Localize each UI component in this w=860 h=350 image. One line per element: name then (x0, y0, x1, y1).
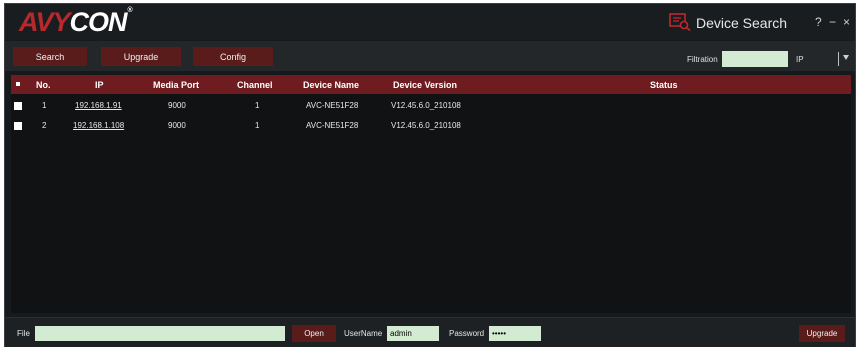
device-search-icon (669, 13, 691, 31)
row-checkbox[interactable] (14, 102, 22, 110)
cell-channel: 1 (255, 121, 260, 130)
avycon-logo: AVYCON® (19, 6, 133, 38)
cell-media-port: 9000 (168, 101, 186, 110)
header-channel: Channel (237, 80, 273, 90)
bottom-bar: File Open UserName Password Upgrade (5, 317, 855, 347)
logo-registered: ® (127, 6, 133, 14)
cell-device-version: V12.45.6.0_210108 (391, 121, 461, 130)
search-button[interactable]: Search (13, 47, 87, 66)
row-checkbox[interactable] (14, 122, 22, 130)
cell-channel: 1 (255, 101, 260, 110)
cell-media-port: 9000 (168, 121, 186, 130)
password-input[interactable] (489, 326, 541, 341)
bottom-upgrade-button[interactable]: Upgrade (799, 325, 845, 342)
filter-type-value: IP (796, 55, 804, 64)
help-icon[interactable]: ? (815, 15, 822, 29)
minimize-icon[interactable]: − (829, 15, 836, 29)
cell-no: 1 (42, 101, 47, 110)
header-no: No. (36, 80, 51, 90)
cell-device-name: AVC-NE51F28 (306, 101, 359, 110)
header-device-name: Device Name (303, 80, 360, 90)
cell-ip-link[interactable]: 192.168.1.108 (73, 121, 124, 130)
username-input[interactable] (387, 326, 439, 341)
chevron-down-icon (843, 55, 849, 60)
filter-type-select[interactable]: IP (793, 51, 851, 67)
open-button[interactable]: Open (292, 325, 336, 342)
header-media-port: Media Port (153, 80, 200, 90)
upgrade-button[interactable]: Upgrade (101, 47, 181, 66)
table-row[interactable]: 2 192.168.1.108 9000 1 AVC-NE51F28 V12.4… (11, 116, 851, 136)
logo-y: Y (52, 6, 71, 37)
device-table: No. IP Media Port Channel Device Name De… (11, 75, 851, 313)
password-label: Password (449, 329, 485, 338)
logo-av: AV (19, 6, 54, 37)
header-device-version: Device Version (393, 80, 458, 90)
close-icon[interactable]: × (843, 15, 850, 29)
window-title: Device Search (696, 15, 788, 31)
cell-device-name: AVC-NE51F28 (306, 121, 359, 130)
filtration-label: Filtration (687, 55, 718, 64)
title-bar: AVYCON® Device Search ? − × (5, 4, 855, 40)
config-button[interactable]: Config (193, 47, 273, 66)
select-divider (838, 52, 839, 66)
cell-no: 2 (42, 121, 47, 130)
select-all-checkbox[interactable] (16, 82, 20, 86)
header-ip: IP (95, 80, 104, 90)
cell-device-version: V12.45.6.0_210108 (391, 101, 461, 110)
header-status: Status (650, 80, 678, 90)
file-label: File (17, 329, 30, 338)
table-row[interactable]: 1 192.168.1.91 9000 1 AVC-NE51F28 V12.45… (11, 96, 851, 116)
file-path-input[interactable] (35, 326, 285, 341)
logo-con: CON (69, 6, 128, 37)
table-header: No. IP Media Port Channel Device Name De… (11, 75, 851, 94)
username-label: UserName (344, 329, 383, 338)
cell-ip-link[interactable]: 192.168.1.91 (75, 101, 122, 110)
device-search-window: AVYCON® Device Search ? − × Search Upgra… (4, 3, 856, 347)
toolbar: Search Upgrade Config Filtration IP (5, 41, 855, 71)
filtration-input[interactable] (722, 51, 788, 67)
